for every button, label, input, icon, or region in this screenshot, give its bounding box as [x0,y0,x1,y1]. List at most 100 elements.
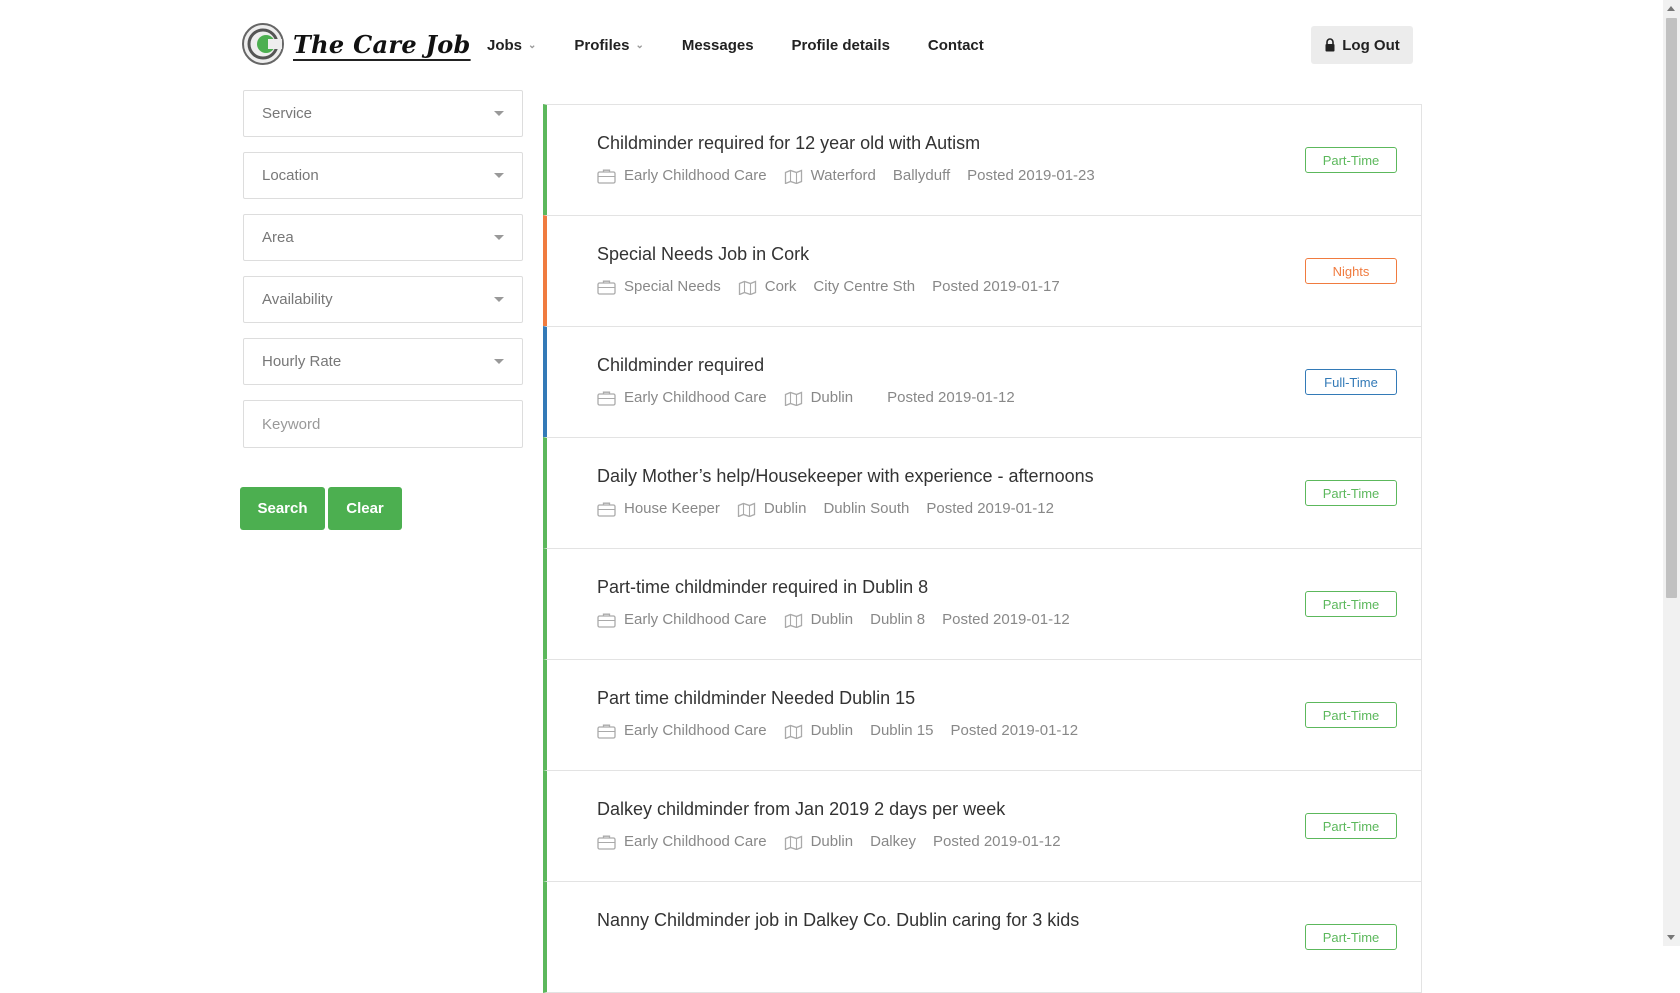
job-area: Dalkey [870,833,916,850]
service-select-value: Service [262,105,313,122]
job-location: Dublin [784,833,854,850]
job-location: Dublin [737,500,807,517]
map-icon [784,168,803,184]
availability-select[interactable]: Availability [243,276,523,323]
job-location-text: Dublin [810,833,854,850]
job-area: Dublin South [823,500,910,517]
nav-jobs[interactable]: Jobs ⌄ [487,30,536,60]
job-service: Early Childhood Care [597,167,767,184]
job-title[interactable]: Daily Mother’s help/Housekeeper with exp… [597,466,1094,487]
job-service-text: Early Childhood Care [624,611,767,628]
briefcase-icon [597,834,616,850]
keyword-input[interactable] [243,400,523,448]
job-card[interactable]: Daily Mother’s help/Housekeeper with exp… [543,437,1422,549]
job-title[interactable]: Childminder required [597,355,764,376]
job-meta: Early Childhood Care Dublin Dublin 15 Po… [597,722,1095,739]
job-type-badge: Nights [1305,258,1397,284]
job-location: Waterford [784,167,876,184]
briefcase-icon [597,279,616,295]
job-posted-date: Posted 2019-01-12 [932,833,1061,850]
job-service-text: Special Needs [624,278,721,295]
job-area: Ballyduff [892,167,951,184]
filter-panel: Service Location Area Availability Hourl… [243,90,523,448]
job-service-text: Early Childhood Care [624,167,767,184]
job-posted-date: Posted 2019-01-12 [926,500,1054,517]
briefcase-icon [597,390,616,406]
nav-messages[interactable]: Messages [682,30,754,60]
job-type-badge: Full-Time [1305,369,1397,395]
job-type-badge: Part-Time [1305,813,1397,839]
nav-contact[interactable]: Contact [928,30,984,60]
job-card[interactable]: Special Needs Job in Cork Special Needs … [543,215,1422,327]
job-location-text: Dublin [810,722,854,739]
job-card[interactable]: Nanny Childminder job in Dalkey Co. Dubl… [543,881,1422,993]
job-location-text: Waterford [810,167,876,184]
area-select[interactable]: Area [243,214,523,261]
area-select-value: Area [262,229,294,246]
logout-button[interactable]: Log Out [1311,26,1413,64]
job-posted-date: Posted 2019-01-12 [950,722,1079,739]
job-service: Early Childhood Care [597,833,767,850]
nav-messages-label: Messages [681,36,754,54]
chevron-down-icon: ⌄ [635,39,644,51]
logout-label: Log Out [1342,36,1400,54]
job-title[interactable]: Part time childminder Needed Dublin 15 [597,688,915,709]
page-scrollbar[interactable] [1663,0,1680,946]
job-meta: Early Childhood Care Dublin Dalkey Poste… [597,833,1078,850]
job-title[interactable]: Childminder required for 12 year old wit… [597,133,980,154]
job-service: Early Childhood Care [597,722,767,739]
map-icon [784,834,803,850]
hourly-rate-select[interactable]: Hourly Rate [243,338,523,385]
briefcase-icon [597,723,616,739]
service-select[interactable]: Service [243,90,523,137]
job-title[interactable]: Part-time childminder required in Dublin… [597,577,928,598]
location-select-value: Location [262,167,319,184]
job-meta: Early Childhood Care Waterford Ballyduff… [597,167,1112,184]
map-icon [784,612,803,628]
map-icon [737,501,756,517]
job-card[interactable]: Dalkey childminder from Jan 2019 2 days … [543,770,1422,882]
job-card[interactable]: Part time childminder Needed Dublin 15 E… [543,659,1422,771]
dropdown-arrow-icon [494,235,504,240]
job-type-badge: Part-Time [1305,702,1397,728]
nav-profiles[interactable]: Profiles ⌄ [574,30,643,60]
job-meta: House Keeper Dublin Dublin South Posted … [597,500,1071,517]
job-service: House Keeper [597,500,720,517]
scrollbar-thumb[interactable] [1666,18,1677,598]
scroll-down-arrow-icon[interactable] [1667,935,1675,940]
job-card[interactable]: Childminder required Early Childhood Car… [543,326,1422,438]
job-posted-date: Posted 2019-01-12 [942,611,1070,628]
location-select[interactable]: Location [243,152,523,199]
job-location: Cork [738,278,797,295]
scroll-up-arrow-icon[interactable] [1667,6,1675,11]
job-posted-date: Posted 2019-01-23 [967,167,1095,184]
job-type-badge: Part-Time [1305,480,1397,506]
job-location-text: Dublin [763,500,807,517]
hourly-rate-select-value: Hourly Rate [262,353,342,370]
clear-button[interactable]: Clear [328,487,402,530]
job-meta: Special Needs Cork City Centre Sth Poste… [597,278,1077,295]
job-location-text: Cork [764,278,797,295]
job-title[interactable]: Special Needs Job in Cork [597,244,809,265]
lock-icon [1325,38,1335,52]
job-type-badge: Part-Time [1305,147,1397,173]
map-icon [784,390,803,406]
job-location: Dublin [784,611,853,628]
job-location-text: Dublin [810,389,854,406]
dropdown-arrow-icon [494,173,504,178]
briefcase-icon [597,501,616,517]
job-service-text: Early Childhood Care [624,389,767,406]
site-logo-text: The Care Job [293,29,471,59]
site-logo[interactable]: The Care Job [241,22,471,66]
search-button[interactable]: Search [240,487,325,530]
job-title[interactable]: Nanny Childminder job in Dalkey Co. Dubl… [597,910,1079,931]
job-card[interactable]: Part-time childminder required in Dublin… [543,548,1422,660]
job-list: Childminder required for 12 year old wit… [543,104,1422,993]
nav-profile-details[interactable]: Profile details [792,30,890,60]
job-card[interactable]: Childminder required for 12 year old wit… [543,104,1422,216]
main-nav: Jobs ⌄ Profiles ⌄ Messages Profile detai… [487,30,1022,60]
job-title[interactable]: Dalkey childminder from Jan 2019 2 days … [597,799,1005,820]
job-posted-date: Posted 2019-01-12 [887,389,1015,406]
job-area: Dublin 8 [870,611,926,628]
job-service: Early Childhood Care [597,611,767,628]
